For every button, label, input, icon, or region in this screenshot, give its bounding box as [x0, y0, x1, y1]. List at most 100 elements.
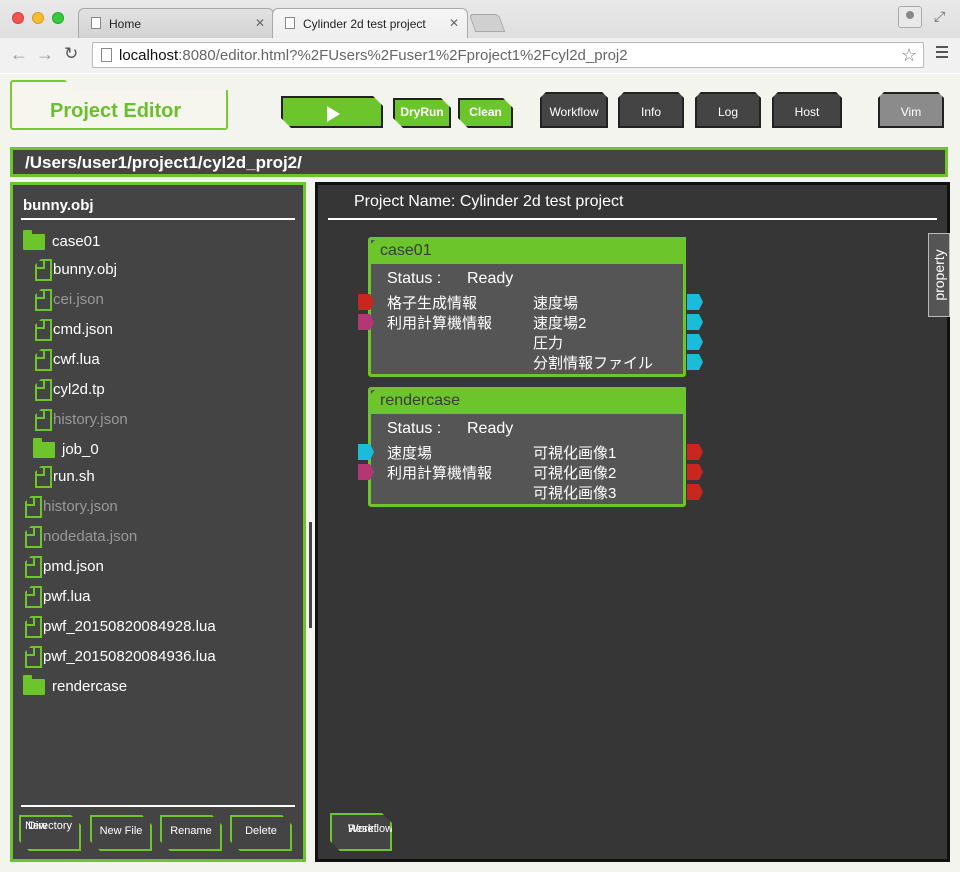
run-button[interactable]: [281, 96, 383, 128]
input-port-label: 速度場: [387, 445, 433, 462]
output-connector-icon[interactable]: [687, 294, 703, 310]
output-connector-icon[interactable]: [687, 314, 703, 330]
minimize-window-button[interactable]: [32, 12, 44, 24]
file-icon: [35, 409, 52, 431]
output-port-label: 速度場: [533, 295, 579, 312]
app-title: Project Editor: [10, 80, 228, 130]
file-icon: [35, 379, 52, 401]
browser-tab-project[interactable]: Cylinder 2d test project ✕: [272, 8, 468, 39]
bookmark-star-icon[interactable]: ☆: [901, 45, 917, 66]
item-label: rendercase: [52, 678, 128, 695]
file-icon: [25, 556, 42, 578]
node-header[interactable]: rendercase: [368, 387, 686, 414]
node-status-label: Status :: [387, 420, 442, 437]
close-tab-icon[interactable]: ✕: [449, 16, 459, 30]
file-icon: [25, 586, 42, 608]
profile-icon[interactable]: [898, 6, 922, 28]
new-tab-button[interactable]: [468, 14, 506, 32]
close-tab-icon[interactable]: ✕: [255, 16, 265, 30]
reload-icon[interactable]: ↻: [64, 44, 78, 64]
item-label: history.json: [43, 498, 118, 515]
item-label: history.json: [53, 411, 128, 428]
output-connector-icon[interactable]: [687, 354, 703, 370]
item-label: cyl2d.tp: [53, 381, 105, 398]
log-button[interactable]: Log: [695, 92, 761, 128]
workflow-node-case01[interactable]: case01 Status : Ready 格子生成情報 利用計算機情報 速度場 速度場2 圧…: [358, 237, 703, 377]
input-connector-icon[interactable]: [358, 444, 374, 460]
input-port: 利用計算機情報: [358, 312, 521, 332]
node-status-value: Ready: [467, 270, 514, 287]
node-status-value: Ready: [467, 420, 514, 437]
log-label: Log: [717, 105, 739, 119]
property-tab-label: property: [931, 249, 947, 301]
item-label: bunny.obj: [53, 261, 117, 278]
output-connector-icon[interactable]: [687, 334, 703, 350]
new-file-button[interactable]: New File: [90, 815, 152, 851]
property-tab[interactable]: property: [928, 233, 950, 317]
dryrun-button[interactable]: DryRun: [393, 98, 451, 128]
project-editor-app: Project Editor DryRun Clean Workflow Inf…: [0, 74, 960, 872]
rename-button[interactable]: Rename: [160, 815, 222, 851]
file-icon: [25, 526, 42, 548]
back-arrow-icon[interactable]: ←: [10, 44, 28, 65]
item-label: cmd.json: [53, 321, 114, 338]
file-icon: [35, 349, 52, 371]
workflow-panel: Project Name: Cylinder 2d test project p…: [315, 182, 950, 862]
input-port-label: 利用計算機情報: [387, 465, 493, 482]
reset-workflow-button[interactable]: Reset Workflow: [330, 813, 392, 851]
url-text[interactable]: localhost:8080/editor.html?%2FUsers%2Fus…: [119, 47, 628, 64]
clean-label: Clean: [469, 105, 502, 119]
project-name: Project Name: Cylinder 2d test project: [354, 193, 624, 210]
host-button[interactable]: Host: [772, 92, 842, 128]
file-icon: [35, 289, 52, 311]
app-title-text: Project Editor: [50, 100, 182, 122]
node-header[interactable]: case01: [368, 237, 686, 264]
folder-icon: [33, 438, 55, 458]
output-port: 可視化画像3: [521, 482, 703, 502]
play-icon: [327, 106, 340, 122]
vim-button[interactable]: Vim: [878, 92, 944, 128]
item-label: cwf.lua: [53, 351, 100, 368]
output-connector-icon[interactable]: [687, 444, 703, 460]
page-icon: [101, 48, 112, 62]
address-bar[interactable]: localhost:8080/editor.html?%2FUsers%2Fus…: [92, 42, 924, 68]
folder-icon: [23, 675, 45, 695]
tab-label: Home: [109, 17, 142, 31]
file-icon: [25, 496, 42, 518]
browser-menu-icon[interactable]: [936, 46, 948, 61]
fullscreen-icon[interactable]: ⤢: [934, 8, 945, 25]
browser-toolbar: ← → ↻ localhost:8080/editor.html?%2FUser…: [0, 38, 960, 73]
output-port-label: 可視化画像3: [533, 485, 617, 502]
item-label: cei.json: [53, 291, 104, 308]
item-label: pwf_20150820084936.lua: [43, 648, 216, 665]
close-window-button[interactable]: [12, 12, 24, 24]
divider: [328, 218, 937, 220]
input-port-label: 格子生成情報: [387, 295, 478, 312]
output-connector-icon[interactable]: [687, 464, 703, 480]
browser-tab-home[interactable]: Home ✕: [78, 8, 274, 38]
output-port: 可視化画像2: [521, 462, 703, 482]
item-label: pmd.json: [43, 558, 104, 575]
output-port-label: 可視化画像2: [533, 465, 617, 482]
rename-label: Rename: [170, 825, 212, 837]
workflow-node-rendercase[interactable]: rendercase Status : Ready 速度場 利用計算機情報 可視化画像1 可…: [358, 387, 703, 507]
input-connector-icon[interactable]: [358, 314, 374, 330]
output-port: 速度場: [521, 292, 703, 312]
output-connector-icon[interactable]: [687, 484, 703, 500]
workflow-button[interactable]: Workflow: [540, 92, 608, 128]
output-port: 速度場2: [521, 312, 703, 332]
forward-arrow-icon[interactable]: →: [36, 44, 54, 65]
info-button[interactable]: Info: [618, 92, 684, 128]
vim-label: Vim: [900, 105, 922, 119]
output-port: 分割情報ファイル: [521, 352, 703, 372]
new-directory-button[interactable]: New Directory: [19, 815, 81, 851]
delete-button[interactable]: Delete: [230, 815, 292, 851]
maximize-window-button[interactable]: [52, 12, 64, 24]
node-title: case01: [380, 242, 432, 259]
input-connector-icon[interactable]: [358, 294, 374, 310]
host-label: Host: [794, 105, 820, 119]
input-connector-icon[interactable]: [358, 464, 374, 480]
panel-splitter-handle[interactable]: [309, 522, 312, 628]
clean-button[interactable]: Clean: [458, 98, 513, 128]
path-text: /Users/user1/project1/cyl2d_proj2/: [25, 153, 302, 172]
